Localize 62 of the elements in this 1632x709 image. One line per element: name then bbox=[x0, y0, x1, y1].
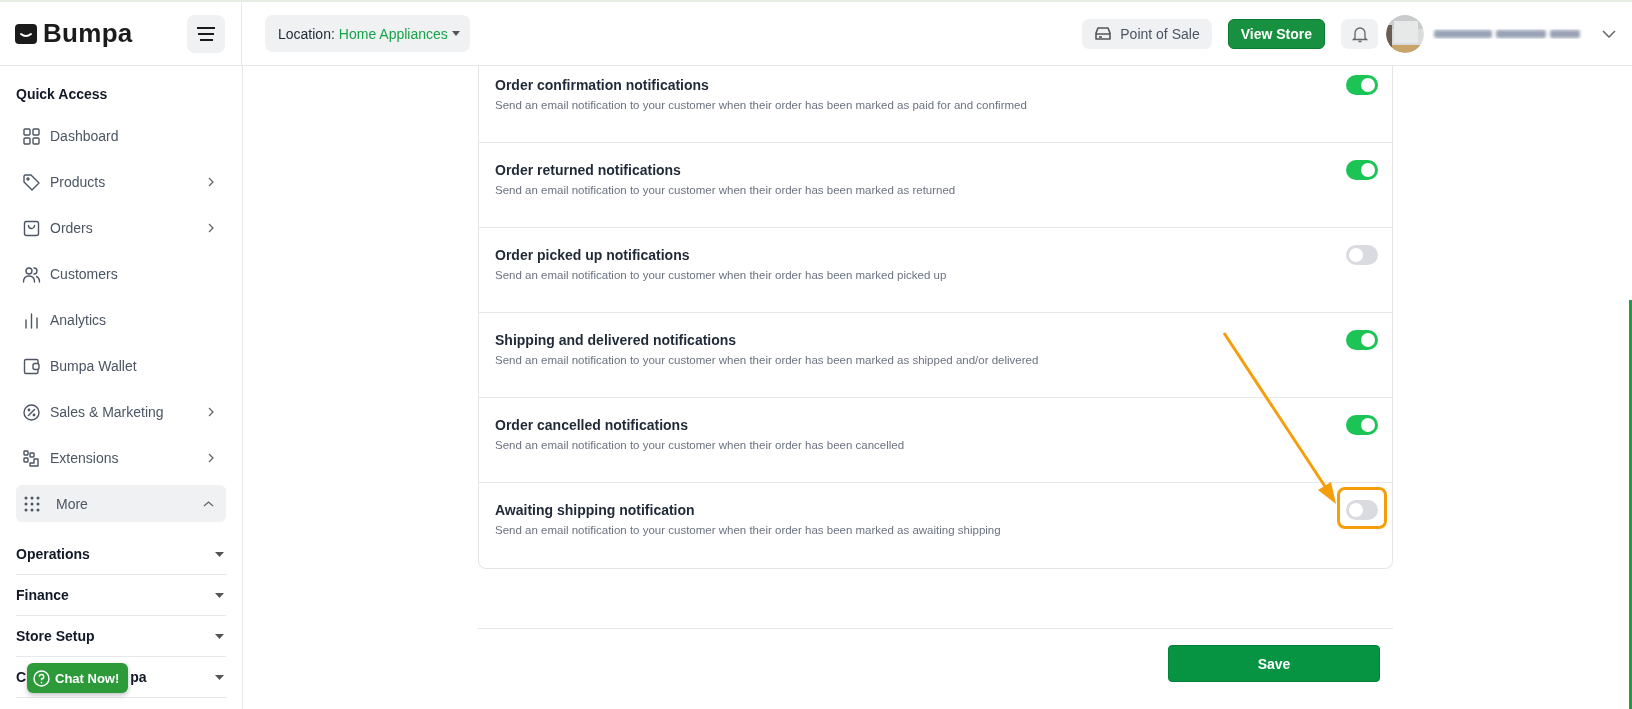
sidebar-item[interactable]: Dashboard bbox=[16, 114, 226, 158]
menu-button[interactable] bbox=[187, 14, 225, 53]
users-icon bbox=[22, 264, 41, 284]
setting-description: Send an email notification to your customer when their order has been marked as returned bbox=[495, 183, 957, 198]
dots-grid-icon bbox=[24, 495, 40, 512]
sidebar-item[interactable]: Customers bbox=[16, 252, 226, 296]
setting-title: Shipping and delivered notifications bbox=[495, 331, 738, 349]
scrollbar-thumb[interactable] bbox=[1629, 300, 1632, 709]
chevron-up-icon bbox=[203, 500, 214, 507]
logo-icon bbox=[15, 23, 37, 44]
sidebar-item[interactable]: Sales & Marketing bbox=[16, 390, 226, 434]
save-button[interactable]: Save bbox=[1168, 645, 1380, 682]
tag-icon bbox=[22, 172, 41, 192]
setting-description: Send an email notification to your customer when their order has been cancelled bbox=[495, 438, 906, 453]
sidebar-section[interactable]: Finance bbox=[16, 575, 226, 616]
setting-title: Order returned notifications bbox=[495, 161, 682, 179]
caret-icon bbox=[215, 551, 224, 557]
toggle-switch[interactable] bbox=[1346, 245, 1378, 265]
sidebar-item[interactable]: Products bbox=[16, 160, 226, 204]
location-selector[interactable]: Location: Home Appliances bbox=[265, 15, 470, 52]
wallet-icon bbox=[22, 356, 41, 376]
view-store-button[interactable]: View Store bbox=[1227, 18, 1325, 49]
setting-description: Send an email notification to your customer when their order has been marked as awaiting shipping bbox=[495, 523, 1002, 538]
caret-icon bbox=[215, 633, 224, 639]
point-of-sale-button[interactable]: Point of Sale bbox=[1082, 18, 1212, 49]
section-heading: Quick Access bbox=[16, 85, 109, 104]
setting-description: Send an email notification to your customer when their order has been marked as shipped and/or delivered bbox=[495, 353, 1040, 368]
percent-icon bbox=[22, 402, 41, 422]
sidebar-item[interactable]: Orders bbox=[16, 206, 226, 250]
menu-icon bbox=[197, 26, 215, 41]
caret-icon bbox=[215, 592, 224, 598]
toggle-switch[interactable] bbox=[1346, 160, 1378, 180]
setting-description: Send an email notification to your customer when their order has been marked as paid for and confirmed bbox=[495, 98, 1028, 113]
caret-icon bbox=[451, 31, 460, 36]
sidebar-item[interactable]: Extensions bbox=[16, 436, 226, 480]
toggle-switch[interactable] bbox=[1346, 75, 1378, 95]
highlight-frame bbox=[1337, 487, 1387, 529]
sidebar-item[interactable]: Analytics bbox=[16, 298, 226, 342]
grid-icon bbox=[22, 126, 41, 146]
drive-icon bbox=[1094, 26, 1113, 41]
setting-description: Send an email notification to your customer when their order has been marked picked up bbox=[495, 268, 948, 283]
blocks-icon bbox=[22, 448, 41, 468]
chevron-down-icon[interactable] bbox=[1602, 29, 1616, 38]
bag-icon bbox=[22, 218, 41, 238]
bar-chart-icon bbox=[22, 310, 41, 330]
chat-now-button[interactable]: Chat Now! bbox=[27, 663, 129, 693]
notifications-button[interactable] bbox=[1341, 18, 1378, 49]
setting-title: Order cancelled notifications bbox=[495, 416, 689, 434]
bell-icon bbox=[1351, 24, 1368, 43]
logo-text: Bumpa bbox=[43, 18, 133, 49]
help-icon bbox=[33, 669, 50, 687]
sidebar-section[interactable]: Store Setup bbox=[16, 616, 226, 657]
sidebar-item[interactable]: Bumpa Wallet bbox=[16, 344, 226, 388]
sidebar-section[interactable]: Operations bbox=[16, 534, 226, 575]
toggle-switch[interactable] bbox=[1346, 500, 1378, 520]
setting-title: Awaiting shipping notification bbox=[495, 501, 696, 519]
toggle-switch[interactable] bbox=[1346, 330, 1378, 350]
setting-title: Order picked up notifications bbox=[495, 246, 691, 264]
more-button[interactable]: More bbox=[16, 485, 226, 522]
setting-title: Order confirmation notifications bbox=[495, 76, 710, 94]
toggle-switch[interactable] bbox=[1346, 415, 1378, 435]
caret-icon bbox=[215, 674, 224, 680]
